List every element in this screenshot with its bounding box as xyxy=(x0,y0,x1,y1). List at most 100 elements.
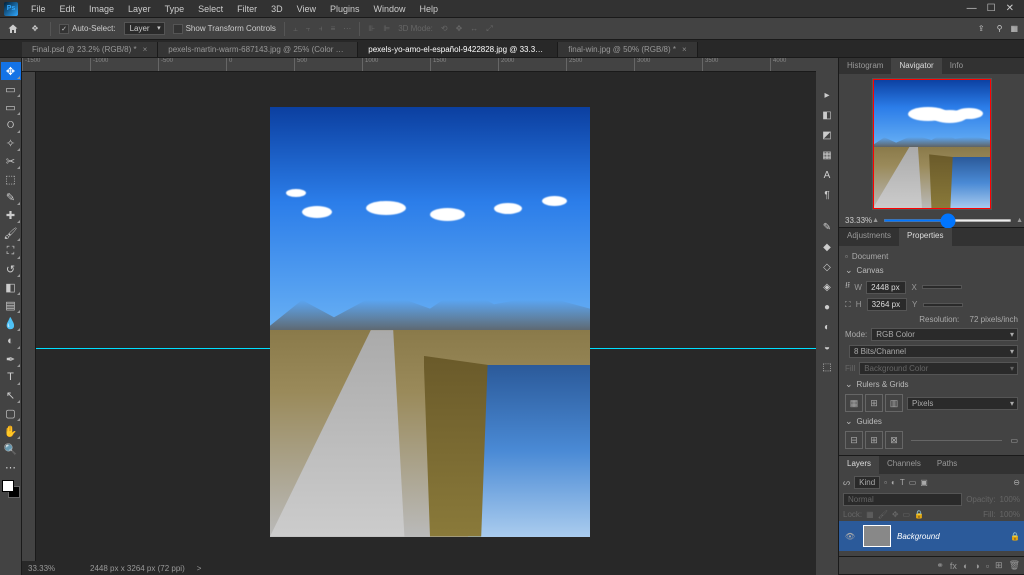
canvas-x-field[interactable] xyxy=(922,285,962,289)
menu-layer[interactable]: Layer xyxy=(121,0,158,18)
type-tool[interactable]: T xyxy=(1,368,21,386)
artboard-tool[interactable]: ▭ xyxy=(1,80,21,98)
move-tool-preview-icon[interactable]: ✥ xyxy=(28,22,42,36)
healing-tool[interactable]: ✚ xyxy=(1,206,21,224)
bit-depth-dropdown[interactable]: 8 Bits/Channel xyxy=(849,345,1018,358)
menu-file[interactable]: File xyxy=(24,0,53,18)
lasso-tool[interactable]: ଠ xyxy=(1,116,21,134)
tab-layers[interactable]: Layers xyxy=(839,456,879,474)
filter-type-icon[interactable]: T xyxy=(900,478,905,487)
rulers-section[interactable]: Rulers & Grids xyxy=(843,377,1020,392)
move-tool[interactable]: ✥ xyxy=(1,62,21,80)
collapsed-panel-icon[interactable]: ◐ xyxy=(818,318,836,336)
layer-mask-icon[interactable]: ◐ xyxy=(963,561,968,571)
align-more-icon[interactable]: ⋯ xyxy=(343,24,351,33)
collapsed-panel-icon[interactable]: ▦ xyxy=(818,146,836,164)
collapsed-panel-icon[interactable]: ◈ xyxy=(818,278,836,296)
lock-pixels-icon[interactable]: 🖌 xyxy=(878,510,888,519)
grid-icon[interactable]: ⊞ xyxy=(865,394,883,412)
filter-shape-icon[interactable]: ▭ xyxy=(909,478,917,487)
collapsed-panel-icon[interactable]: ⬚ xyxy=(818,358,836,376)
zoom-out-icon[interactable]: ▲ xyxy=(872,217,879,224)
color-mode-dropdown[interactable]: RGB Color xyxy=(871,328,1018,341)
gradient-tool[interactable]: ▤ xyxy=(1,296,21,314)
collapsed-panel-icon[interactable]: ¶ xyxy=(818,186,836,204)
document-tab[interactable]: pexels-martin-warm-687143.jpg @ 25% (Col… xyxy=(158,42,358,57)
menu-view[interactable]: View xyxy=(290,0,323,18)
layer-style-icon[interactable]: fx xyxy=(950,561,957,571)
tab-paths[interactable]: Paths xyxy=(929,456,965,474)
document-tab[interactable]: pexels-yo-amo-el-español-9422828.jpg @ 3… xyxy=(358,42,558,57)
layer-thumbnail[interactable] xyxy=(863,525,891,547)
lock-all-icon[interactable]: 🔒 xyxy=(914,510,924,519)
workspace-icon[interactable]: ▦ xyxy=(1010,24,1018,33)
canvas-y-field[interactable] xyxy=(923,303,963,307)
menu-plugins[interactable]: Plugins xyxy=(323,0,367,18)
hand-tool[interactable]: ✋ xyxy=(1,422,21,440)
window-close-icon[interactable]: ✕ xyxy=(1006,3,1014,14)
menu-image[interactable]: Image xyxy=(82,0,121,18)
eraser-tool[interactable]: ◧ xyxy=(1,278,21,296)
menu-type[interactable]: Type xyxy=(158,0,192,18)
navigator-zoom-slider[interactable] xyxy=(883,219,1012,222)
window-minimize-icon[interactable]: — xyxy=(967,3,977,14)
auto-select-checkbox[interactable]: ✓Auto-Select: xyxy=(59,24,116,34)
layer-name[interactable]: Background xyxy=(897,532,940,541)
tab-channels[interactable]: Channels xyxy=(879,456,929,474)
collapsed-panel-icon[interactable]: ◩ xyxy=(818,126,836,144)
menu-3d[interactable]: 3D xyxy=(264,0,290,18)
filter-toggle[interactable]: ⊖ xyxy=(1013,478,1020,487)
app-logo[interactable]: Ps xyxy=(4,2,18,16)
layer-filter-dropdown[interactable]: Kind xyxy=(854,476,880,489)
group-icon[interactable]: ▫ xyxy=(986,561,989,571)
canvas-height-field[interactable]: 3264 px xyxy=(867,298,907,311)
link-layers-icon[interactable]: ⚭ xyxy=(936,560,944,571)
dodge-tool[interactable]: ◐ xyxy=(1,332,21,350)
document-tab[interactable]: Final.psd @ 23.2% (RGB/8) *× xyxy=(22,42,158,57)
search-icon[interactable]: ⚲ xyxy=(997,24,1003,33)
tab-properties[interactable]: Properties xyxy=(899,228,951,246)
edit-toolbar[interactable]: ⋯ xyxy=(1,458,21,476)
menu-edit[interactable]: Edit xyxy=(53,0,83,18)
zoom-in-icon[interactable]: ▲ xyxy=(1016,217,1023,224)
adjustment-layer-icon[interactable]: ◑ xyxy=(974,561,979,571)
vertical-ruler[interactable] xyxy=(22,72,36,575)
collapsed-panel-icon[interactable]: ◆ xyxy=(818,238,836,256)
guide-btn-icon[interactable]: ⊠ xyxy=(885,431,903,449)
filter-smart-icon[interactable]: ▣ xyxy=(920,478,928,487)
crop-tool[interactable]: ✂ xyxy=(1,152,21,170)
filter-adjust-icon[interactable]: ◐ xyxy=(891,478,896,487)
tab-close-icon[interactable]: × xyxy=(682,45,687,54)
window-maximize-icon[interactable]: ☐ xyxy=(987,3,996,14)
collapsed-panel-icon[interactable]: ◧ xyxy=(818,106,836,124)
marquee-tool[interactable]: ▭ xyxy=(1,98,21,116)
zoom-tool[interactable]: 🔍 xyxy=(1,440,21,458)
menu-window[interactable]: Window xyxy=(367,0,413,18)
status-arrow-icon[interactable]: > xyxy=(197,564,202,573)
brush-tool[interactable]: 🖌 xyxy=(1,224,21,242)
pen-tool[interactable]: ✒ xyxy=(1,350,21,368)
new-layer-icon[interactable]: ⊞ xyxy=(995,560,1003,571)
horizontal-ruler[interactable]: -1500-1000-50005001000150020002500300035… xyxy=(22,58,838,72)
tab-histogram[interactable]: Histogram xyxy=(839,58,891,74)
guides-icon[interactable]: ▥ xyxy=(885,394,903,412)
collapsed-panel-icon[interactable]: ✎ xyxy=(818,218,836,236)
tab-navigator[interactable]: Navigator xyxy=(891,58,941,74)
link-icon[interactable]: ⛶ xyxy=(845,300,851,310)
delete-layer-icon[interactable]: 🗑 xyxy=(1009,560,1020,571)
lock-artboard-icon[interactable]: ▭ xyxy=(903,510,911,519)
guides-section[interactable]: Guides xyxy=(843,414,1020,429)
color-swatches[interactable] xyxy=(2,480,20,498)
show-transform-checkbox[interactable]: Show Transform Controls xyxy=(173,24,276,34)
tab-info[interactable]: Info xyxy=(942,58,971,74)
home-icon[interactable] xyxy=(6,22,20,36)
foreground-color-swatch[interactable] xyxy=(2,480,14,492)
canvas-area[interactable]: -1500-1000-50005001000150020002500300035… xyxy=(22,58,838,575)
status-docinfo[interactable]: 2448 px x 3264 px (72 ppi) xyxy=(90,564,185,573)
filter-icon[interactable]: ᔕ xyxy=(843,478,850,487)
blend-mode-dropdown[interactable]: Normal xyxy=(843,493,962,506)
collapsed-panel-icon[interactable]: ▸ xyxy=(818,86,836,104)
layer-lock-icon[interactable]: 🔒 xyxy=(1010,532,1020,541)
canvas-section[interactable]: Canvas xyxy=(843,263,1020,278)
document-tab[interactable]: final-win.jpg @ 50% (RGB/8) *× xyxy=(558,42,697,57)
